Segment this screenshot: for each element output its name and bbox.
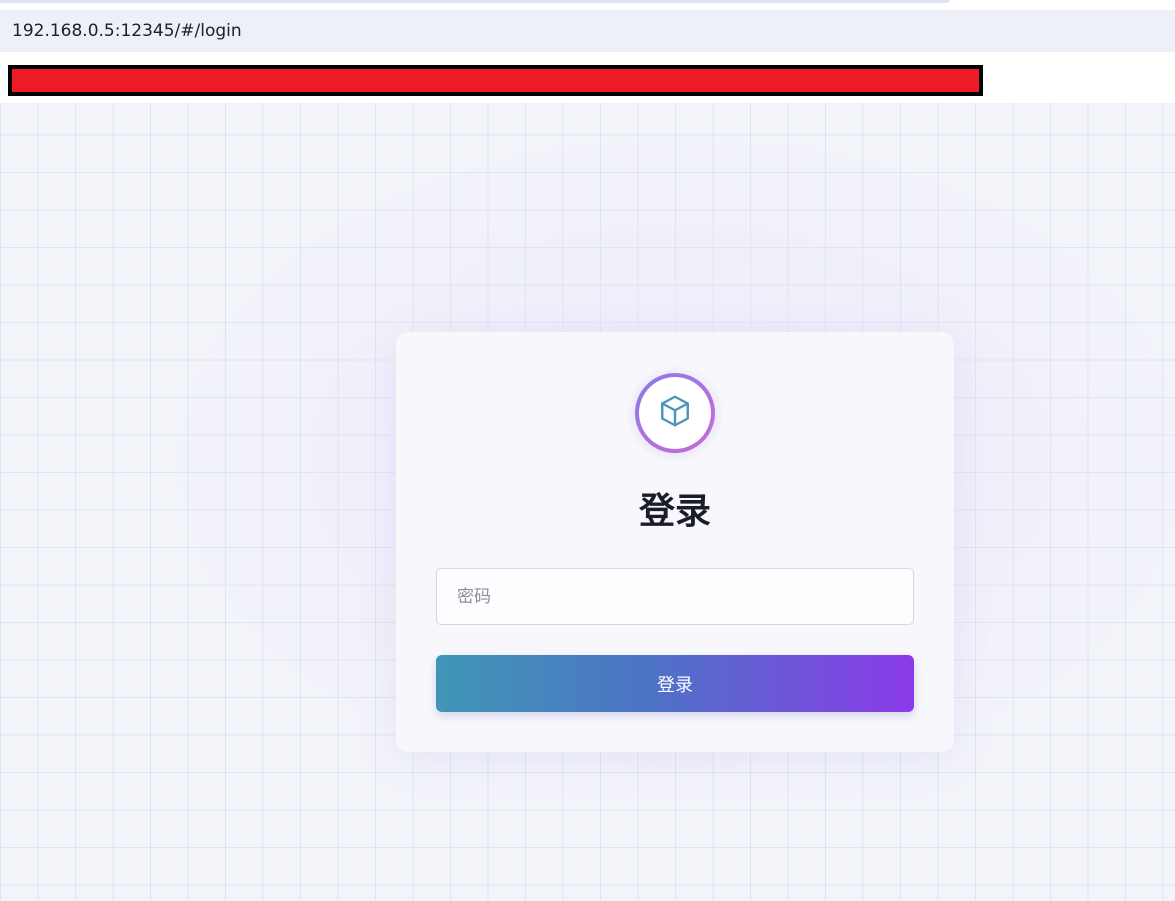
- logo-inner: [639, 377, 711, 449]
- address-bar-url: 192.168.0.5:12345/#/login: [12, 21, 242, 41]
- page-title: 登录: [638, 491, 711, 532]
- login-button[interactable]: 登录: [436, 655, 914, 712]
- logo-badge: [635, 373, 715, 453]
- redaction-bar: [8, 65, 983, 96]
- browser-tab-strip-edge: [0, 0, 950, 3]
- login-card: 登录 登录: [396, 332, 954, 752]
- password-input[interactable]: [436, 568, 914, 625]
- address-bar[interactable]: 192.168.0.5:12345/#/login: [0, 10, 1175, 52]
- cube-icon: [657, 393, 693, 434]
- redaction-area: [0, 52, 1175, 103]
- login-page-background: 登录 登录: [0, 103, 1175, 901]
